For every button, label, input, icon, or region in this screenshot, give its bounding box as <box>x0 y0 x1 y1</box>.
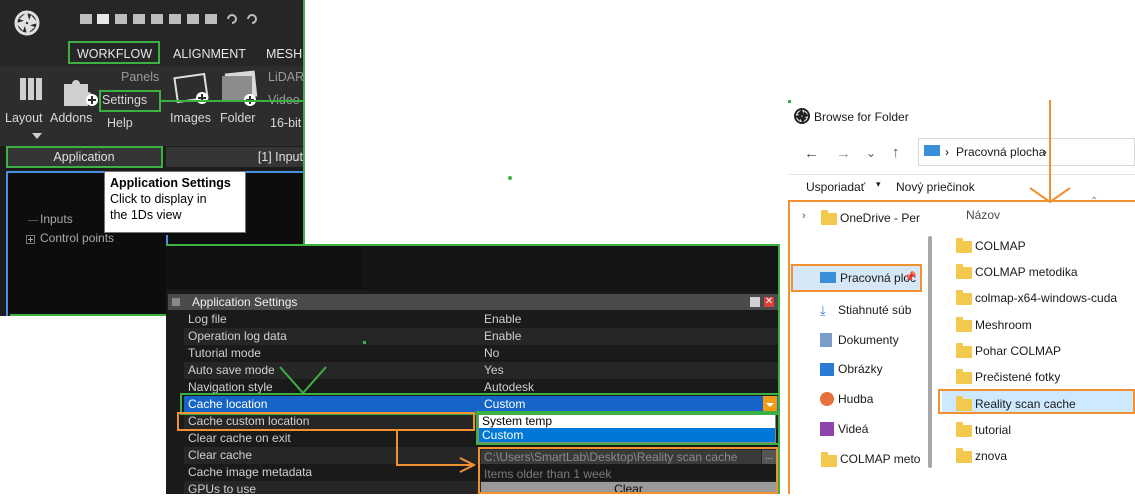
input-group[interactable]: [1] Input <box>166 147 305 167</box>
tab-mesh[interactable]: MESH <box>266 44 302 64</box>
organize-chevron-icon[interactable]: ▾ <box>876 179 881 190</box>
expand-plus-icon[interactable] <box>26 235 35 244</box>
dark-pane-right <box>364 244 778 290</box>
orange-connector-v <box>396 431 398 465</box>
setting-row-tutorial-mode[interactable]: Tutorial mode No <box>184 345 778 362</box>
panel-frame-top <box>166 244 780 246</box>
tree-item-inputs[interactable]: Inputs <box>40 212 73 226</box>
dialog-title: Browse for Folder <box>814 110 909 124</box>
orange-arrow-shaft <box>1049 100 1051 200</box>
layout-label[interactable]: Layout <box>5 111 43 125</box>
orange-down-arrow-icon <box>1029 187 1071 204</box>
panel-frame-right <box>778 244 780 494</box>
dark-pane-left <box>166 244 363 290</box>
lidar-label[interactable]: LiDAR <box>268 70 304 84</box>
images-label[interactable]: Images <box>170 111 211 125</box>
organize-button[interactable]: Usporiadať <box>806 180 865 194</box>
dialog-app-icon <box>794 108 810 124</box>
forward-arrow-icon[interactable]: → <box>836 145 851 162</box>
layout-icons[interactable] <box>80 13 300 25</box>
maximize-icon[interactable] <box>750 297 760 307</box>
panel-menu-icon[interactable] <box>172 298 180 306</box>
tooltip-title: Application Settings <box>110 176 231 190</box>
workflow-highlight <box>68 41 160 64</box>
layout-grid-icon[interactable] <box>20 78 42 100</box>
breadcrumb-chevron-icon[interactable]: › <box>1043 145 1047 159</box>
panel-title-bar: Application Settings ✕ <box>168 294 778 310</box>
addons-puzzle-icon[interactable] <box>60 74 100 106</box>
application-highlight <box>6 146 163 168</box>
up-arrow-icon[interactable]: ↑ <box>892 144 900 161</box>
settings-highlight <box>99 90 161 112</box>
new-folder-button[interactable]: Nový priečinok <box>896 180 975 194</box>
breadcrumb[interactable]: Pracovná plocha <box>956 145 1045 159</box>
help-label[interactable]: Help <box>107 116 133 130</box>
addons-label[interactable]: Addons <box>50 111 92 125</box>
close-icon[interactable]: ✕ <box>764 297 774 307</box>
path-highlight <box>478 447 778 494</box>
folder-add-icon[interactable] <box>220 68 264 108</box>
app-logo-icon <box>14 10 40 36</box>
quick-toolbar <box>80 12 300 24</box>
breadcrumb-separator: › <box>945 145 949 159</box>
orange-arrowhead-icon <box>459 457 477 473</box>
green-connector <box>160 100 305 102</box>
dropdown-highlight <box>476 411 780 445</box>
setting-row-operation-log[interactable]: Operation log data Enable <box>184 328 778 345</box>
tree-item-control-points[interactable]: Control points <box>40 231 114 245</box>
chevron-down-icon[interactable] <box>32 133 42 139</box>
setting-row-log-file[interactable]: Log file Enable <box>184 311 778 328</box>
cache-custom-highlight <box>177 412 475 431</box>
images-add-icon[interactable] <box>172 70 214 108</box>
recent-chevron-icon[interactable]: ⌄ <box>866 146 876 160</box>
tooltip: Application Settings Click to display in… <box>104 171 246 233</box>
dialog-dot <box>788 100 791 103</box>
panels-label[interactable]: Panels <box>121 70 159 84</box>
desktop-icon <box>924 145 940 156</box>
panel-title: Application Settings <box>192 295 298 309</box>
back-arrow-icon[interactable]: ← <box>804 145 819 162</box>
tab-alignment[interactable]: ALIGNMENT <box>173 44 246 64</box>
green-arrow-icon <box>279 366 327 395</box>
toolbar-divider-top <box>788 174 1135 175</box>
setting-row-auto-save[interactable]: Auto save mode Yes <box>184 362 778 379</box>
green-dot-small <box>363 341 366 344</box>
tooltip-line1: Click to display in <box>110 192 207 206</box>
tree-connector <box>28 220 38 221</box>
green-dot <box>508 176 512 180</box>
folder-label[interactable]: Folder <box>220 111 255 125</box>
tooltip-line2: the 1Ds view <box>110 208 182 222</box>
16bit-label[interactable]: 16-bit <box>270 116 301 130</box>
dialog-content-highlight <box>788 200 1135 494</box>
